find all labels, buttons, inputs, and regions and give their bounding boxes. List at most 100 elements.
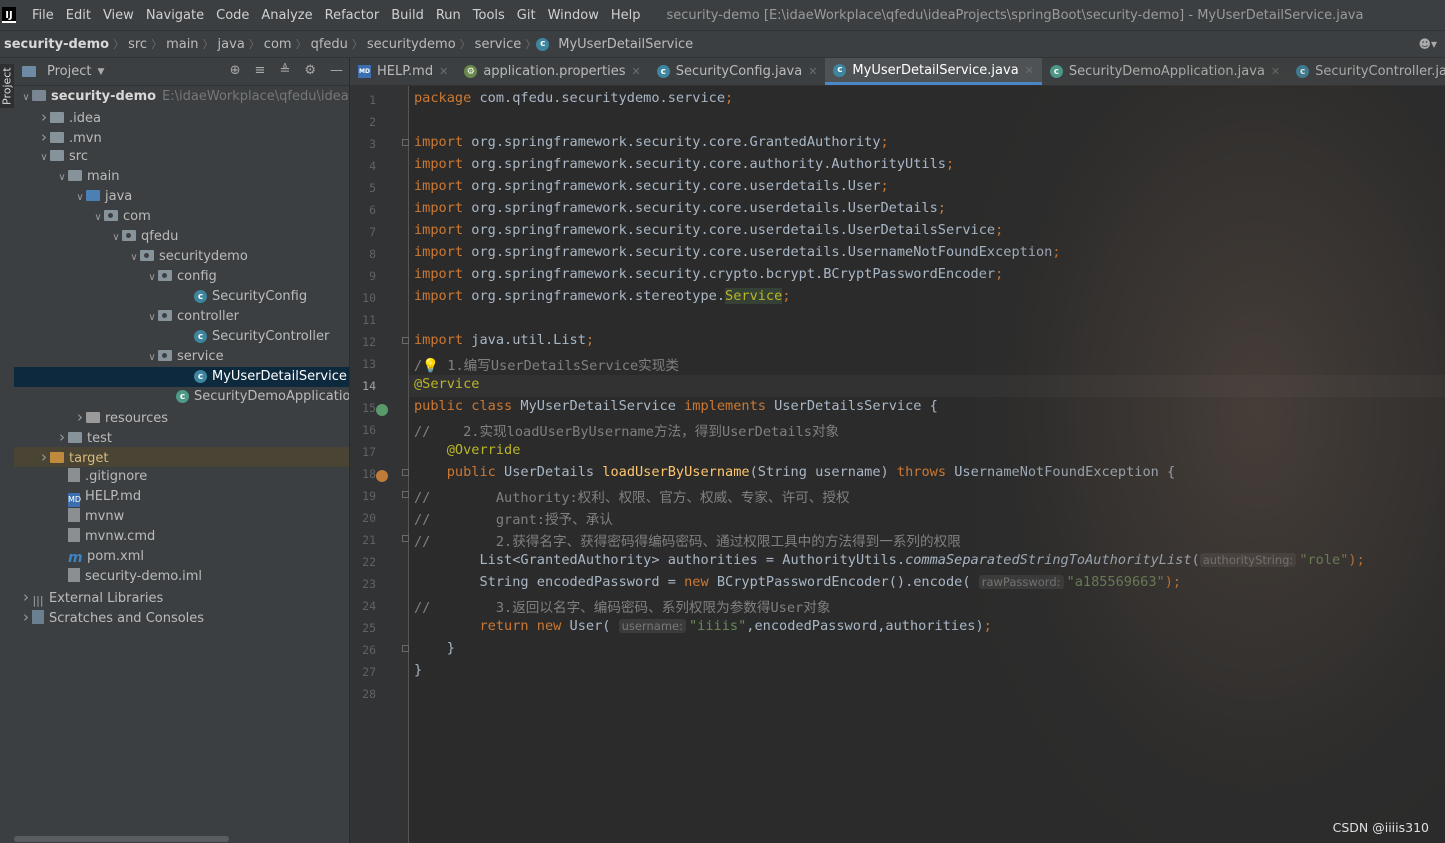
close-icon[interactable]: ✕ [1025, 64, 1034, 77]
expand-all-icon[interactable]: ≡ [255, 63, 266, 78]
tree-item-securitydemoapplication[interactable]: c SecurityDemoApplication [14, 387, 349, 407]
tree-item-mvnw-cmd[interactable]: mvnw.cmd [14, 527, 349, 547]
chevron-right-icon[interactable]: › [20, 607, 32, 627]
menu-refactor[interactable]: Refactor [319, 8, 386, 23]
menu-view[interactable]: View [97, 8, 140, 23]
chevron-down-icon[interactable]: ▼ [97, 67, 104, 77]
breadcrumb-item[interactable]: security-demo [0, 37, 113, 52]
breadcrumb-item[interactable]: qfedu [307, 37, 352, 52]
tree-item-src[interactable]: ∨ src [14, 147, 349, 167]
tree-item-securitydemo[interactable]: ∨ securitydemo [14, 247, 349, 267]
close-icon[interactable]: ✕ [632, 65, 641, 78]
tree-item-security-demo[interactable]: ∨ security-demo E:\idaeWorkplace\qfedu\ide… [14, 87, 349, 107]
chevron-down-icon[interactable]: ∨ [38, 148, 50, 168]
menu-analyze[interactable]: Analyze [255, 8, 318, 23]
tree-item-myuserdetailservice[interactable]: c MyUserDetailService [14, 367, 349, 387]
tree-item-security-demo-iml[interactable]: security-demo.iml [14, 567, 349, 587]
chevron-down-icon[interactable]: ∨ [110, 228, 122, 248]
menu-file[interactable]: File [26, 8, 60, 23]
project-tool-tab[interactable]: Project [0, 64, 14, 108]
breadcrumb-item[interactable]: securitydemo [363, 37, 460, 52]
tree-item-test[interactable]: › test [14, 427, 349, 447]
tree-item-java[interactable]: ∨ java [14, 187, 349, 207]
menu-code[interactable]: Code [210, 8, 255, 23]
tree-item-com[interactable]: ∨ com [14, 207, 349, 227]
chevron-right-icon[interactable]: › [38, 107, 50, 127]
chevron-right-icon[interactable]: › [74, 407, 86, 427]
tab-help-md[interactable]: MD HELP.md ✕ [350, 58, 456, 85]
implement-gutter-icon[interactable] [376, 404, 388, 416]
locate-icon[interactable]: ⊕ [230, 63, 241, 78]
menu-tools[interactable]: Tools [467, 8, 511, 23]
chevron-down-icon[interactable]: ∨ [146, 308, 158, 328]
fold-marker-icon[interactable] [402, 535, 409, 542]
fold-marker-icon[interactable] [402, 337, 409, 344]
tab-securityconfig-java[interactable]: c SecurityConfig.java ✕ [649, 58, 826, 85]
menu-window[interactable]: Window [542, 8, 605, 23]
hide-icon[interactable]: — [330, 63, 343, 78]
breadcrumb-item[interactable]: MyUserDetailService [554, 37, 697, 52]
tree-item-text: resources [105, 411, 169, 426]
close-icon[interactable]: ✕ [808, 65, 817, 78]
tab-securitycontroller-java[interactable]: cSecurityController.java✕ [1288, 58, 1445, 85]
tab-myuserdetailservice-java[interactable]: c MyUserDetailService.java ✕ [825, 58, 1042, 85]
chevron-down-icon[interactable]: ∨ [56, 168, 68, 188]
code-area[interactable]: package com.qfedu.securitydemo.service; i… [414, 86, 1445, 843]
menu-edit[interactable]: Edit [60, 8, 97, 23]
menu-build[interactable]: Build [385, 8, 430, 23]
menu-git[interactable]: Git [511, 8, 542, 23]
menu-run[interactable]: Run [430, 8, 467, 23]
tree-item--gitignore[interactable]: .gitignore [14, 467, 349, 487]
tree-item-service[interactable]: ∨ service [14, 347, 349, 367]
chevron-down-icon[interactable]: ∨ [20, 88, 32, 108]
close-icon[interactable]: ✕ [1271, 65, 1280, 78]
chevron-down-icon[interactable]: ∨ [92, 208, 104, 228]
close-icon[interactable]: ✕ [439, 65, 448, 78]
line-number: 27 [362, 665, 376, 679]
chevron-down-icon[interactable]: ∨ [74, 188, 86, 208]
tree-item-controller[interactable]: ∨ controller [14, 307, 349, 327]
tree-item-mvnw[interactable]: mvnw [14, 507, 349, 527]
breadcrumb-item[interactable]: src [124, 37, 151, 52]
tree-item-scratches-and-consoles[interactable]: › Scratches and Consoles [14, 607, 349, 627]
tree-item-qfedu[interactable]: ∨ qfedu [14, 227, 349, 247]
tree-item--mvn[interactable]: › .mvn [14, 127, 349, 147]
chevron-down-icon[interactable]: ∨ [128, 248, 140, 268]
tree-item-help-md[interactable]: MD HELP.md [14, 487, 349, 507]
project-panel-title[interactable]: Project [47, 64, 91, 79]
fold-marker-icon[interactable] [402, 491, 409, 498]
chevron-right-icon[interactable]: › [20, 587, 32, 607]
breadcrumb-item[interactable]: com [260, 37, 296, 52]
tab-application-properties[interactable]: ⚙ application.properties ✕ [456, 58, 648, 85]
tree-item-main[interactable]: ∨ main [14, 167, 349, 187]
menu-navigate[interactable]: Navigate [140, 8, 210, 23]
collapse-all-icon[interactable]: ≜ [279, 63, 290, 78]
user-icon[interactable]: ☻▾ [1418, 37, 1437, 51]
tree-item-target[interactable]: › target [14, 447, 349, 467]
tree-item-pom-xml[interactable]: m pom.xml [14, 547, 349, 567]
chevron-down-icon[interactable]: ∨ [146, 268, 158, 288]
gear-icon[interactable]: ⚙ [304, 63, 316, 78]
tree-item-resources[interactable]: › resources [14, 407, 349, 427]
chevron-right-icon[interactable]: › [38, 127, 50, 147]
tree-item-external-libraries[interactable]: › ||| External Libraries [14, 587, 349, 607]
chevron-down-icon[interactable]: ∨ [146, 348, 158, 368]
breadcrumb-item[interactable]: service [471, 37, 526, 52]
tree-item-securityconfig[interactable]: c SecurityConfig [14, 287, 349, 307]
project-scrollbar[interactable] [14, 835, 349, 843]
scrollbar-thumb[interactable] [14, 836, 229, 842]
fold-marker-icon[interactable] [402, 139, 409, 146]
fold-marker-icon[interactable] [402, 645, 409, 652]
tree-item--idea[interactable]: › .idea [14, 107, 349, 127]
chevron-right-icon[interactable]: › [38, 447, 50, 467]
tree-item-securitycontroller[interactable]: c SecurityController [14, 327, 349, 347]
breadcrumb-item[interactable]: java [214, 37, 249, 52]
breadcrumb-item[interactable]: main [162, 37, 202, 52]
chevron-right-icon[interactable]: › [56, 427, 68, 447]
tree-item-config[interactable]: ∨ config [14, 267, 349, 287]
tab-securitydemoapplication-java[interactable]: c SecurityDemoApplication.java ✕ [1042, 58, 1288, 85]
fold-marker-icon[interactable] [402, 469, 409, 476]
menu-help[interactable]: Help [605, 8, 647, 23]
line-number: 26 [362, 643, 376, 657]
override-gutter-icon[interactable] [376, 470, 388, 482]
